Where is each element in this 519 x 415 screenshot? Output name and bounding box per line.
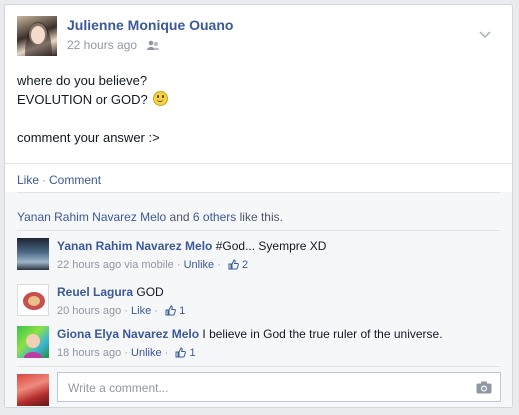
- others-link[interactable]: 6 others: [193, 210, 236, 224]
- avatar-photo: [25, 22, 52, 56]
- divider: [17, 366, 500, 367]
- comment-time[interactable]: 20 hours ago: [57, 305, 121, 317]
- commenter-name[interactable]: Reuel Lagura: [57, 285, 133, 299]
- unlike-link[interactable]: Unlike: [184, 259, 215, 271]
- camera-icon[interactable]: [476, 381, 492, 397]
- thumbs-up-icon[interactable]: [165, 305, 176, 319]
- post-line: EVOLUTION or GOD?: [17, 92, 148, 107]
- unlike-link[interactable]: Unlike: [131, 347, 162, 359]
- comment-time[interactable]: 22 hours ago: [57, 259, 121, 271]
- comment-meta: 18 hours ago · Unlike · 1: [57, 347, 443, 361]
- comment-like-count[interactable]: 1: [179, 305, 185, 317]
- comment-composer: [57, 372, 501, 402]
- action-separator: ·: [42, 173, 47, 187]
- meta-separator: ·: [164, 347, 169, 359]
- liker-name-link[interactable]: Yanan Rahim Navarez Melo: [17, 210, 166, 224]
- comment-input[interactable]: [66, 374, 470, 402]
- commenter-name[interactable]: Yanan Rahim Navarez Melo: [57, 239, 212, 253]
- comment-item: Reuel Lagura GOD 20 hours ago · Like · 1: [17, 284, 507, 320]
- meta-separator: ·: [124, 347, 128, 359]
- author-avatar[interactable]: [17, 16, 57, 56]
- commenter-name[interactable]: Giona Elya Navarez Melo: [57, 327, 199, 341]
- post-card: Julienne Monique Ouano 22 hours ago wher…: [4, 4, 513, 408]
- comment-body: Yanan Rahim Navarez Melo #God... Syempre…: [57, 239, 326, 273]
- likes-and: and: [169, 210, 190, 224]
- post-body: where do you believe? EVOLUTION or GOD? …: [17, 71, 169, 147]
- comment-text: GOD: [136, 285, 164, 299]
- thumbs-up-icon[interactable]: [228, 259, 239, 273]
- friends-icon[interactable]: [146, 40, 160, 54]
- author-name[interactable]: Julienne Monique Ouano: [67, 17, 233, 33]
- post-options-chevron-icon[interactable]: [479, 28, 491, 42]
- comment-body: Giona Elya Navarez Melo I believe in God…: [57, 327, 443, 361]
- comment-like-count[interactable]: 1: [189, 347, 195, 359]
- comment-link[interactable]: Comment: [49, 173, 101, 187]
- meta-separator: ·: [176, 259, 181, 271]
- likes-summary: Yanan Rahim Navarez Melo and 6 others li…: [17, 210, 283, 224]
- divider: [17, 230, 500, 231]
- post-header: Julienne Monique Ouano 22 hours ago: [17, 16, 497, 58]
- post-line: [17, 109, 168, 128]
- post-line-with-emoticon: EVOLUTION or GOD?: [17, 90, 169, 109]
- commenter-avatar[interactable]: [17, 326, 49, 358]
- comment-body: Reuel Lagura GOD 20 hours ago · Like · 1: [57, 285, 185, 319]
- comment-text: I believe in God the true ruler of the u…: [202, 327, 443, 341]
- like-link[interactable]: Like: [17, 173, 39, 187]
- divider: [17, 192, 500, 193]
- post-meta: 22 hours ago: [67, 38, 160, 54]
- comment-item: Yanan Rahim Navarez Melo #God... Syempre…: [17, 238, 507, 274]
- comment-item: Giona Elya Navarez Melo I believe in God…: [17, 326, 507, 362]
- commenter-avatar[interactable]: [17, 238, 49, 270]
- post-actions: Like · Comment: [17, 173, 101, 187]
- comment-via: via mobile: [124, 259, 174, 271]
- post-line: comment your answer :>: [17, 130, 160, 145]
- comment-meta: 22 hours ago via mobile · Unlike · 2: [57, 259, 326, 273]
- smiley-icon: [153, 91, 169, 106]
- post-timestamp[interactable]: 22 hours ago: [67, 38, 137, 52]
- comment-text: #God... Syempre XD: [215, 239, 327, 253]
- post-line: where do you believe?: [17, 73, 148, 88]
- likes-suffix: like this.: [239, 210, 283, 224]
- comment-meta: 20 hours ago · Like · 1: [57, 305, 185, 319]
- commenter-avatar[interactable]: [17, 284, 49, 316]
- comment-like-count[interactable]: 2: [242, 259, 248, 271]
- meta-separator: ·: [217, 259, 221, 271]
- meta-separator: ·: [124, 305, 128, 317]
- comment-time[interactable]: 18 hours ago: [57, 347, 121, 359]
- like-link[interactable]: Like: [131, 305, 151, 317]
- comments-section: Yanan Rahim Navarez Melo and 6 others li…: [5, 192, 512, 407]
- thumbs-up-icon[interactable]: [175, 347, 187, 361]
- divider: [5, 163, 512, 164]
- meta-separator: ·: [154, 305, 158, 317]
- current-user-avatar[interactable]: [17, 374, 49, 406]
